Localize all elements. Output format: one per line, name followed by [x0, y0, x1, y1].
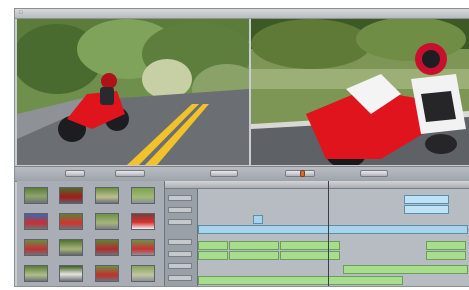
- timeline-ruler[interactable]: [165, 181, 469, 189]
- clip-thumbnail[interactable]: [95, 187, 119, 204]
- track-header[interactable]: [168, 251, 192, 257]
- video-track: [198, 225, 468, 234]
- audio-clip[interactable]: [198, 276, 403, 285]
- clip-thumbnail[interactable]: [24, 213, 48, 230]
- audio-clip[interactable]: [426, 251, 466, 260]
- clip-thumbnail[interactable]: [131, 213, 155, 230]
- video-clip[interactable]: [253, 215, 263, 224]
- toolbar-button[interactable]: [210, 170, 238, 177]
- video-clip[interactable]: [404, 195, 449, 204]
- audio-track: [198, 265, 468, 274]
- playhead[interactable]: [328, 181, 329, 286]
- video-clip[interactable]: [404, 205, 449, 214]
- clip-thumbnail[interactable]: [59, 187, 83, 204]
- audio-clip[interactable]: [426, 241, 466, 250]
- clip-thumbnail[interactable]: [24, 187, 48, 204]
- audio-clip[interactable]: [343, 265, 468, 274]
- source-viewer-image: [17, 19, 249, 165]
- audio-clip[interactable]: [280, 241, 340, 250]
- audio-track: [198, 251, 468, 260]
- track-header[interactable]: [168, 263, 192, 269]
- canvas-viewer-image: [251, 19, 469, 165]
- clip-thumbnail[interactable]: [131, 239, 155, 256]
- video-track: [198, 195, 468, 204]
- clip-thumbnail[interactable]: [59, 239, 83, 256]
- clip-thumbnail[interactable]: [95, 213, 119, 230]
- canvas-viewer[interactable]: [251, 19, 469, 165]
- transport-toolbar: [15, 166, 469, 182]
- timeline[interactable]: [165, 181, 469, 286]
- menu-bar: : [15, 9, 469, 19]
- clip-thumbnail[interactable]: [59, 213, 83, 230]
- clip-thumbnail[interactable]: [95, 265, 119, 282]
- audio-track: [198, 241, 468, 250]
- track-header[interactable]: [168, 275, 192, 281]
- clip-thumbnail[interactable]: [95, 239, 119, 256]
- audio-clip[interactable]: [198, 241, 228, 250]
- apple-menu-icon[interactable]: : [19, 10, 27, 16]
- toolbar-button[interactable]: [65, 170, 85, 177]
- media-browser: [17, 181, 165, 286]
- audio-clip[interactable]: [229, 251, 279, 260]
- track-header[interactable]: [168, 239, 192, 245]
- clip-thumbnail[interactable]: [24, 239, 48, 256]
- track-header[interactable]: [168, 219, 192, 225]
- clip-thumbnail[interactable]: [131, 187, 155, 204]
- track-headers: [165, 189, 198, 286]
- toolbar-button[interactable]: [115, 170, 145, 177]
- clip-thumbnail[interactable]: [24, 265, 48, 282]
- video-clip[interactable]: [198, 225, 468, 234]
- editor-window: : [14, 8, 469, 287]
- source-viewer[interactable]: [17, 19, 249, 165]
- clip-thumbnail[interactable]: [131, 265, 155, 282]
- clip-thumbnail[interactable]: [59, 265, 83, 282]
- record-icon[interactable]: [300, 170, 305, 177]
- video-track: [198, 215, 468, 224]
- track-header[interactable]: [168, 207, 192, 213]
- track-header[interactable]: [168, 195, 192, 201]
- audio-track: [198, 276, 468, 285]
- audio-clip[interactable]: [229, 241, 279, 250]
- video-track: [198, 205, 468, 214]
- audio-clip[interactable]: [280, 251, 340, 260]
- toolbar-button[interactable]: [360, 170, 388, 177]
- audio-clip[interactable]: [198, 251, 228, 260]
